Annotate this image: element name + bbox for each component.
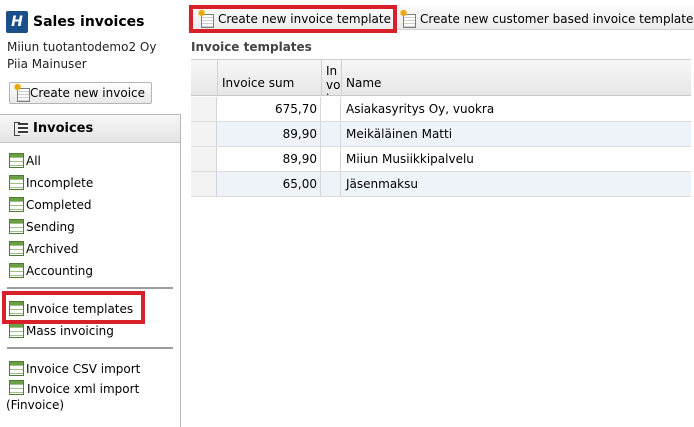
invoice-templates-table: Invoice sum Invoice type Name 675,70 Asi… — [191, 59, 691, 197]
sidebar-item-label: Accounting — [26, 264, 94, 278]
sidebar-item-completed[interactable]: Completed — [9, 192, 91, 212]
grid-icon — [9, 219, 24, 234]
create-new-invoice-template-label: Create new invoice template — [218, 11, 391, 26]
sidebar-item-label: Invoice xml import (Finvoice) — [6, 380, 176, 413]
cell-name: Asiakasyritys Oy, vuokra — [346, 102, 495, 116]
grid-icon — [9, 153, 24, 168]
invoices-nav-header: Invoices — [0, 115, 180, 143]
app-brand: H Sales invoices — [6, 11, 144, 33]
invoices-list-icon — [13, 121, 29, 136]
sidebar-item-archived[interactable]: Archived — [9, 236, 79, 256]
sidebar-item-invoice-csv-import[interactable]: Invoice CSV import — [9, 356, 140, 376]
cell-invoice-type — [322, 147, 341, 171]
cell-name: Meikäläinen Matti — [346, 127, 453, 141]
company-name: Miiun tuotantodemo2 Oy — [7, 40, 157, 54]
grid-icon — [9, 323, 24, 338]
table-row[interactable]: 89,90 Miiun Musiikkipalvelu — [191, 147, 691, 172]
cell-invoice-sum: 89,90 — [218, 147, 321, 171]
row-selector[interactable] — [191, 122, 217, 146]
cell-invoice-type — [322, 122, 341, 146]
sidebar-item-accounting[interactable]: Accounting — [9, 258, 93, 278]
table-row[interactable]: 675,70 Asiakasyritys Oy, vuokra — [191, 97, 691, 122]
cell-name: Miiun Musiikkipalvelu — [346, 152, 474, 166]
column-header-invoice-type[interactable]: Invoice type — [322, 60, 342, 96]
row-selector[interactable] — [191, 97, 217, 121]
cell-invoice-type — [322, 172, 341, 196]
grid-icon — [9, 263, 24, 278]
create-new-invoice-label: Create new invoice — [30, 86, 146, 100]
app-title: Sales invoices — [33, 14, 145, 30]
table-row[interactable]: 65,00 Jäsenmaksu — [191, 172, 691, 197]
nav-divider — [7, 287, 173, 289]
app-logo-icon: H — [6, 11, 28, 33]
create-new-invoice-button[interactable]: Create new invoice — [9, 82, 152, 104]
toolbar: Create new invoice template Create new c… — [188, 6, 694, 30]
cell-invoice-sum: 675,70 — [218, 97, 321, 121]
sidebar-item-label: Sending — [26, 220, 75, 234]
user-name: Piia Mainuser — [7, 57, 87, 71]
table-header: Invoice sum Invoice type Name — [191, 60, 691, 96]
sidebar-item-sending[interactable]: Sending — [9, 214, 75, 234]
section-title: Invoice templates — [191, 40, 312, 54]
sidebar-item-label-text: Invoice xml import (Finvoice) — [6, 382, 140, 412]
column-header-label: Name — [346, 76, 382, 90]
sidebar-item-incomplete[interactable]: Incomplete — [9, 170, 93, 190]
cell-invoice-sum: 65,00 — [218, 172, 321, 196]
sidebar-item-label: Completed — [26, 198, 92, 212]
nav-divider — [7, 347, 173, 349]
grid-icon — [9, 197, 24, 212]
new-document-icon — [197, 8, 214, 28]
create-customer-invoice-template-label: Create new customer based invoice templa… — [420, 11, 694, 26]
cell-name: Jäsenmaksu — [346, 177, 418, 191]
sidebar: H Sales invoices Miiun tuotantodemo2 Oy … — [0, 0, 182, 427]
create-new-invoice-template-button[interactable]: Create new invoice template — [197, 8, 391, 29]
cell-invoice-type — [322, 97, 341, 121]
grid-icon — [9, 175, 24, 190]
table-row[interactable]: 89,90 Meikäläinen Matti — [191, 122, 691, 147]
new-document-icon — [13, 82, 30, 102]
column-header-name[interactable]: Name — [342, 60, 691, 96]
sidebar-item-mass-invoicing[interactable]: Mass invoicing — [9, 318, 114, 338]
sidebar-item-label: Invoice CSV import — [26, 362, 141, 376]
row-selector[interactable] — [191, 147, 217, 171]
sidebar-item-all[interactable]: All — [9, 148, 41, 168]
grid-icon — [9, 380, 24, 395]
sidebar-item-invoice-templates[interactable]: Invoice templates — [9, 296, 133, 316]
row-selector[interactable] — [191, 172, 217, 196]
sidebar-item-label: Invoice templates — [26, 302, 134, 316]
cell-invoice-sum: 89,90 — [218, 122, 321, 146]
sidebar-item-label: Archived — [26, 242, 79, 256]
sidebar-item-label: All — [26, 154, 41, 168]
sidebar-item-label: Incomplete — [26, 176, 94, 190]
grid-icon — [9, 361, 24, 376]
sidebar-item-label: Mass invoicing — [26, 324, 114, 338]
sidebar-item-invoice-xml-import[interactable]: Invoice xml import (Finvoice) — [6, 380, 176, 413]
invoices-nav-title: Invoices — [33, 121, 94, 136]
new-document-icon — [399, 8, 416, 28]
column-header-label: Invoice type — [326, 64, 341, 96]
create-customer-invoice-template-button[interactable]: Create new customer based invoice templa… — [399, 8, 694, 29]
column-header-invoice-sum[interactable]: Invoice sum — [218, 60, 322, 96]
grid-icon — [9, 241, 24, 256]
grid-icon — [9, 301, 24, 316]
column-header-label: Invoice sum — [222, 76, 295, 90]
column-header-select — [191, 60, 218, 96]
